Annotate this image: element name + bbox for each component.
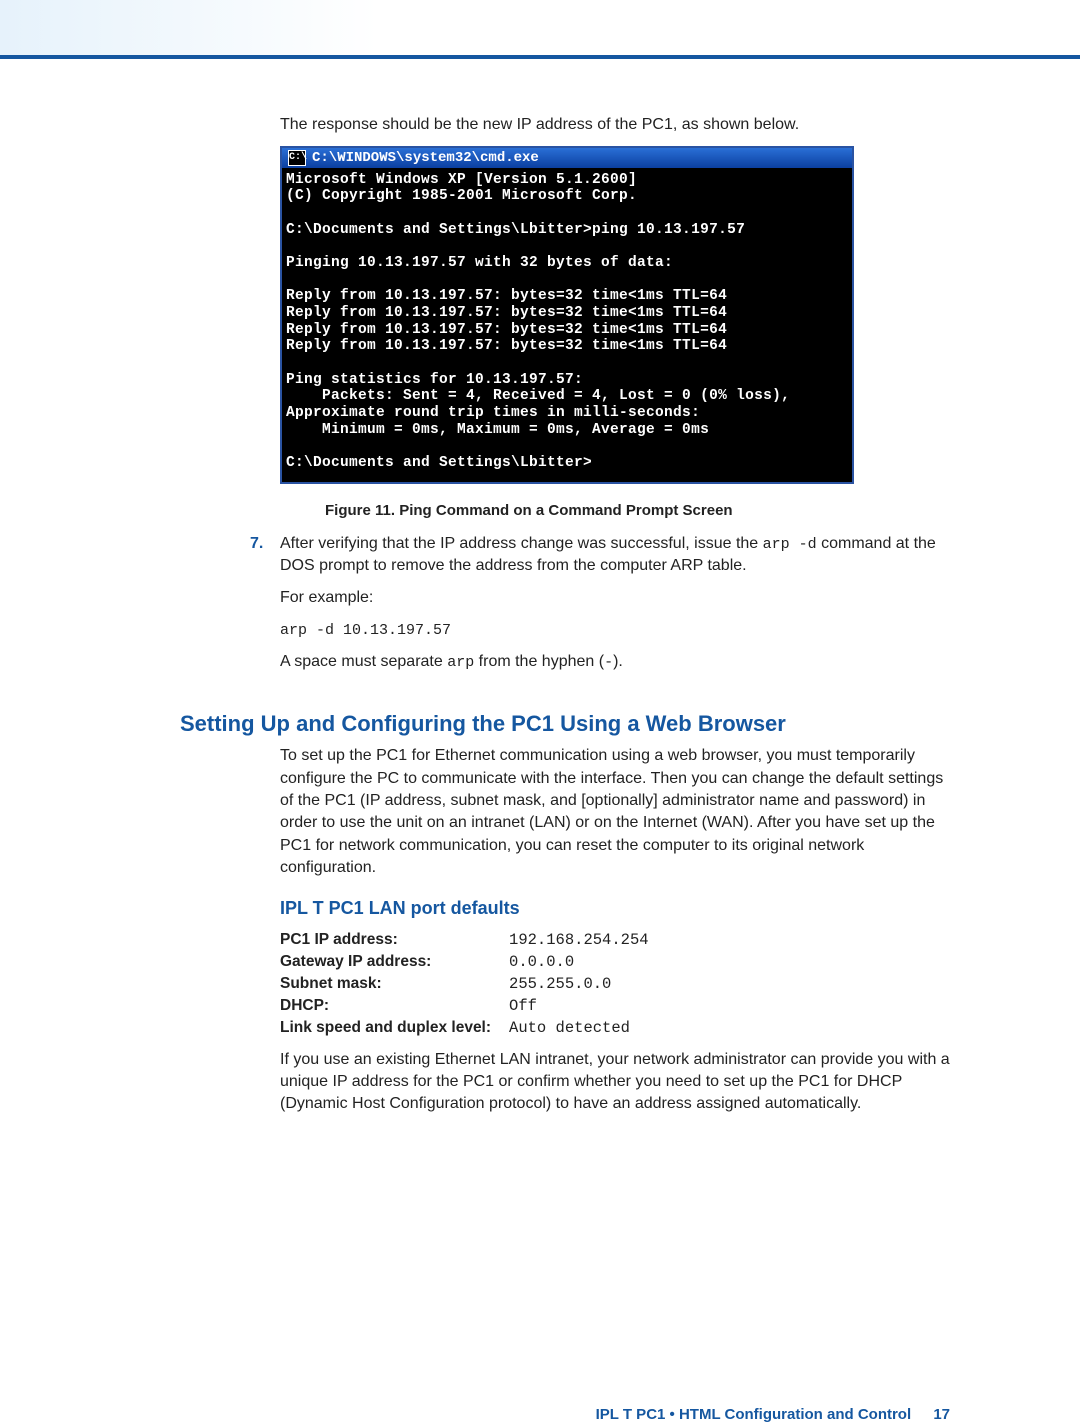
cmd-title-text: C:\WINDOWS\system32\cmd.exe [312, 150, 539, 166]
default-label: PC1 IP address: [280, 929, 509, 951]
default-value: 255.255.0.0 [509, 973, 667, 995]
section-heading: Setting Up and Configuring the PC1 Using… [180, 711, 950, 737]
default-label: Link speed and duplex level: [280, 1017, 509, 1039]
footer-text: IPL T PC1 • HTML Configuration and Contr… [596, 1406, 912, 1423]
cmd-output: Microsoft Windows XP [Version 5.1.2600] … [282, 168, 852, 482]
step7-example-code: arp -d 10.13.197.57 [280, 620, 950, 641]
default-label: Subnet mask: [280, 973, 509, 995]
step-number: 7. [250, 533, 280, 684]
table-row: Link speed and duplex level:Auto detecte… [280, 1017, 667, 1039]
default-value: 192.168.254.254 [509, 929, 667, 951]
figure-caption: Figure 11. Ping Command on a Command Pro… [325, 502, 950, 519]
table-row: PC1 IP address:192.168.254.254 [280, 929, 667, 951]
step7-note-arp: arp [447, 654, 474, 671]
step7-space-note: A space must separate arp from the hyphe… [280, 651, 950, 673]
step7-note-hyphen: - [604, 654, 613, 671]
table-row: Gateway IP address:0.0.0.0 [280, 951, 667, 973]
step7-note-b: from the hyphen ( [474, 653, 604, 670]
step-7: 7. After verifying that the IP address c… [250, 533, 950, 684]
step7-code-arp-d: arp -d [763, 536, 817, 553]
page-header-bar [0, 0, 1080, 59]
closing-paragraph: If you use an existing Ethernet LAN intr… [280, 1049, 950, 1116]
intro-text: The response should be the new IP addres… [280, 114, 950, 136]
default-value: Auto detected [509, 1017, 667, 1039]
footer-page-number: 17 [933, 1406, 950, 1423]
default-value: 0.0.0.0 [509, 951, 667, 973]
section-body: To set up the PC1 for Ethernet communica… [280, 745, 950, 879]
default-value: Off [509, 995, 667, 1017]
step7-for-example: For example: [280, 587, 950, 609]
defaults-table: PC1 IP address:192.168.254.254Gateway IP… [280, 929, 667, 1039]
cmd-icon: C:\ [288, 150, 306, 166]
step7-note-c: ). [613, 653, 623, 670]
default-label: DHCP: [280, 995, 509, 1017]
step7-note-a: A space must separate [280, 653, 447, 670]
cmd-titlebar: C:\ C:\WINDOWS\system32\cmd.exe [282, 148, 852, 168]
table-row: DHCP:Off [280, 995, 667, 1017]
cmd-screenshot: C:\ C:\WINDOWS\system32\cmd.exe Microsof… [280, 146, 854, 484]
default-label: Gateway IP address: [280, 951, 509, 973]
table-row: Subnet mask:255.255.0.0 [280, 973, 667, 995]
sub-heading: IPL T PC1 LAN port defaults [280, 898, 950, 919]
step7-text-a: After verifying that the IP address chan… [280, 535, 763, 552]
page-footer: IPL T PC1 • HTML Configuration and Contr… [0, 1406, 1080, 1423]
